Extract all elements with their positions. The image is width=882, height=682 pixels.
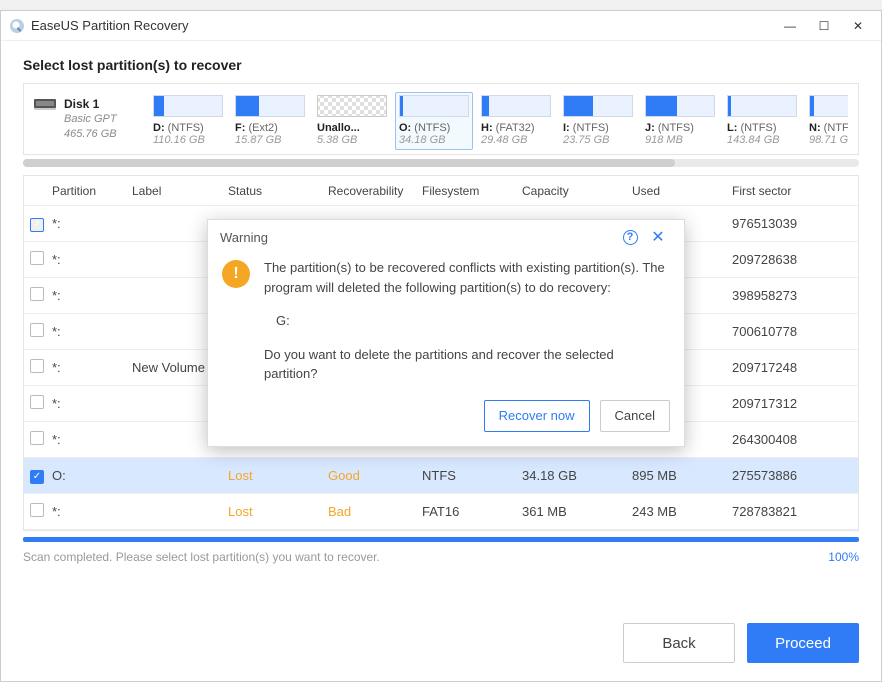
back-button[interactable]: Back [623, 623, 735, 663]
partition-strip-item[interactable]: F: (Ext2)15.87 GB [231, 92, 309, 150]
partition-letter: Unallo... [317, 122, 387, 134]
table-row[interactable]: ✓O:LostGoodNTFS34.18 GB895 MB275573886 [24, 458, 858, 494]
partition-size: 918 MB [645, 134, 715, 146]
partition-letter: N: (NTF [809, 122, 848, 134]
proceed-button[interactable]: Proceed [747, 623, 859, 663]
recover-now-button[interactable]: Recover now [484, 400, 590, 432]
partition-bar [235, 95, 305, 117]
partition-size: 15.87 GB [235, 134, 305, 146]
partition-bar [563, 95, 633, 117]
partition-strip-item[interactable]: I: (NTFS)23.75 GB [559, 92, 637, 150]
col-partition[interactable]: Partition [52, 184, 132, 198]
app-title: EaseUS Partition Recovery [31, 18, 775, 33]
warning-dialog: Warning ? ✕ ! The partition(s) to be rec… [207, 219, 685, 447]
partition-size: 5.38 GB [317, 134, 387, 146]
row-checkbox[interactable] [30, 359, 44, 373]
row-checkbox[interactable] [30, 323, 44, 337]
partition-bar [399, 95, 469, 117]
dialog-text: The partition(s) to be recovered conflic… [264, 258, 670, 384]
row-checkbox[interactable]: ✓ [30, 470, 44, 484]
partition-letter: H: (FAT32) [481, 122, 551, 134]
col-label[interactable]: Label [132, 184, 228, 198]
partition-bar [727, 95, 797, 117]
row-checkbox[interactable] [30, 287, 44, 301]
partition-bar [809, 95, 848, 117]
warning-icon: ! [222, 260, 250, 288]
dialog-line2: Do you want to delete the partitions and… [264, 345, 670, 384]
maximize-button[interactable]: ☐ [809, 15, 839, 37]
dialog-line1: The partition(s) to be recovered conflic… [264, 258, 670, 297]
table-header: Partition Label Status Recoverability Fi… [24, 176, 858, 206]
col-status[interactable]: Status [228, 184, 328, 198]
row-checkbox[interactable] [30, 503, 44, 517]
partition-strip: D: (NTFS)110.16 GBF: (Ext2)15.87 GBUnall… [149, 92, 848, 150]
col-capacity[interactable]: Capacity [522, 184, 632, 198]
row-checkbox[interactable] [30, 431, 44, 445]
partition-strip-item[interactable]: N: (NTF98.71 G [805, 92, 848, 150]
partition-strip-item[interactable]: Unallo...5.38 GB [313, 92, 391, 150]
partition-bar [153, 95, 223, 117]
dialog-drive: G: [264, 311, 670, 331]
status-text: Scan completed. Please select lost parti… [23, 550, 380, 564]
disk-size: 465.76 GB [64, 127, 117, 142]
disk-type: Basic GPT [64, 112, 117, 127]
partition-strip-item[interactable]: L: (NTFS)143.84 GB [723, 92, 801, 150]
col-first-sector[interactable]: First sector [732, 184, 858, 198]
partition-strip-item[interactable]: D: (NTFS)110.16 GB [149, 92, 227, 150]
col-used[interactable]: Used [632, 184, 732, 198]
scrollbar-thumb[interactable] [23, 159, 675, 167]
minimize-button[interactable]: — [775, 15, 805, 37]
dialog-header: Warning ? ✕ [208, 220, 684, 254]
partition-size: 34.18 GB [399, 134, 469, 146]
table-row[interactable]: *:LostBadFAT16361 MB243 MB728783821 [24, 494, 858, 530]
close-button[interactable]: ✕ [843, 15, 873, 37]
col-filesystem[interactable]: Filesystem [422, 184, 522, 198]
partition-bar [481, 95, 551, 117]
row-checkbox[interactable] [30, 395, 44, 409]
dialog-title: Warning [220, 230, 616, 245]
partition-strip-item[interactable]: O: (NTFS)34.18 GB [395, 92, 473, 150]
app-icon [9, 18, 25, 34]
page-heading: Select lost partition(s) to recover [23, 57, 859, 73]
partition-letter: L: (NTFS) [727, 122, 797, 134]
partition-strip-item[interactable]: J: (NTFS)918 MB [641, 92, 719, 150]
help-icon[interactable]: ? [616, 223, 644, 251]
partition-strip-item[interactable]: H: (FAT32)29.48 GB [477, 92, 555, 150]
partition-size: 110.16 GB [153, 134, 223, 146]
drive-box: Disk 1 Basic GPT 465.76 GB D: (NTFS)110.… [23, 83, 859, 155]
cancel-button[interactable]: Cancel [600, 400, 670, 432]
partition-size: 98.71 G [809, 134, 848, 146]
row-checkbox: ✓ [30, 218, 44, 232]
disk-name: Disk 1 [64, 96, 117, 112]
partition-size: 29.48 GB [481, 134, 551, 146]
progress-bar [23, 537, 859, 542]
status-line: Scan completed. Please select lost parti… [23, 550, 859, 564]
disk-icon [34, 96, 56, 112]
disk-info: Disk 1 Basic GPT 465.76 GB [34, 92, 149, 142]
row-checkbox[interactable] [30, 251, 44, 265]
partition-letter: O: (NTFS) [399, 122, 469, 134]
partition-letter: D: (NTFS) [153, 122, 223, 134]
footer: Back Proceed [1, 611, 881, 681]
partition-bar [317, 95, 387, 117]
col-recoverability[interactable]: Recoverability [328, 184, 422, 198]
partition-size: 143.84 GB [727, 134, 797, 146]
titlebar: EaseUS Partition Recovery — ☐ ✕ [1, 11, 881, 41]
partition-letter: I: (NTFS) [563, 122, 633, 134]
partition-letter: F: (Ext2) [235, 122, 305, 134]
partition-bar [645, 95, 715, 117]
horizontal-scrollbar[interactable] [23, 159, 859, 167]
partition-letter: J: (NTFS) [645, 122, 715, 134]
dialog-footer: Recover now Cancel [208, 390, 684, 446]
main-window: EaseUS Partition Recovery — ☐ ✕ Select l… [0, 10, 882, 682]
partition-size: 23.75 GB [563, 134, 633, 146]
dialog-close-button[interactable]: ✕ [644, 223, 672, 251]
status-percent: 100% [828, 550, 859, 564]
